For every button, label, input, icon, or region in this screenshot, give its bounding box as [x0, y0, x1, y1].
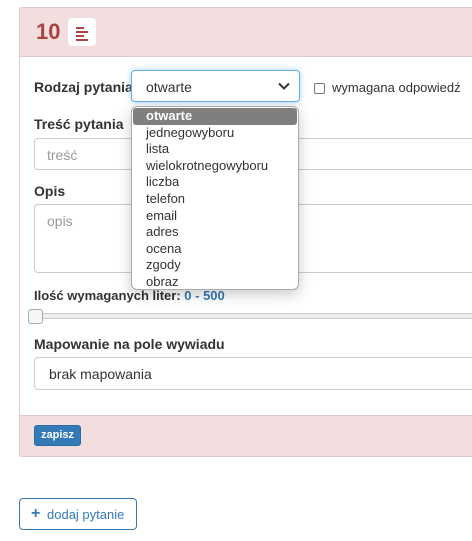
save-button[interactable]: zapisz [34, 425, 82, 446]
mapping-select[interactable]: brak mapowania [34, 357, 472, 390]
text-align-left-icon [68, 18, 96, 46]
question-type-value: otwarte [146, 79, 192, 95]
dropdown-option-otwarte[interactable]: otwarte [133, 108, 297, 125]
dropdown-option-jednegowyboru[interactable]: jednegowyboru [133, 125, 297, 142]
required-checkbox[interactable] [314, 83, 325, 94]
question-number: 10 [36, 19, 61, 44]
add-question-label: dodaj pytanie [47, 507, 125, 522]
mapping-label: Mapowanie na pole wywiadu [34, 336, 225, 352]
dropdown-option-ocena[interactable]: ocena [133, 241, 297, 258]
dropdown-option-wielokrotnegowyboru[interactable]: wielokrotnegowyboru [133, 158, 297, 175]
question-type-label: Rodzaj pytania [34, 79, 133, 95]
description-label: Opis [34, 183, 66, 199]
length-slider-track[interactable] [28, 313, 472, 319]
chevron-down-icon [278, 82, 290, 90]
plus-icon: + [31, 505, 41, 522]
mapping-value: brak mapowania [49, 366, 152, 382]
dropdown-option-telefon[interactable]: telefon [133, 191, 297, 208]
dropdown-option-lista[interactable]: lista [133, 141, 297, 158]
question-footer: zapisz [20, 415, 472, 456]
question-header: 10 [20, 8, 472, 57]
question-type-dropdown[interactable]: otwarte jednegowyboru lista wielokrotnegowy… [131, 106, 299, 290]
question-content-label: Treść pytania [34, 116, 124, 132]
dropdown-option-liczba[interactable]: liczba [133, 174, 297, 191]
question-content-placeholder: treść [47, 147, 78, 163]
dropdown-option-email[interactable]: email [133, 208, 297, 225]
required-label: wymagana odpowiedź [332, 80, 461, 95]
dropdown-option-zgody[interactable]: zgody [133, 257, 297, 274]
length-slider-handle[interactable] [28, 309, 43, 324]
dropdown-option-obraz[interactable]: obraz [133, 274, 297, 291]
question-type-select[interactable]: otwarte [131, 70, 300, 102]
add-question-button[interactable]: + dodaj pytanie [19, 498, 137, 530]
dropdown-option-adres[interactable]: adres [133, 224, 297, 241]
description-placeholder: opis [47, 213, 73, 229]
